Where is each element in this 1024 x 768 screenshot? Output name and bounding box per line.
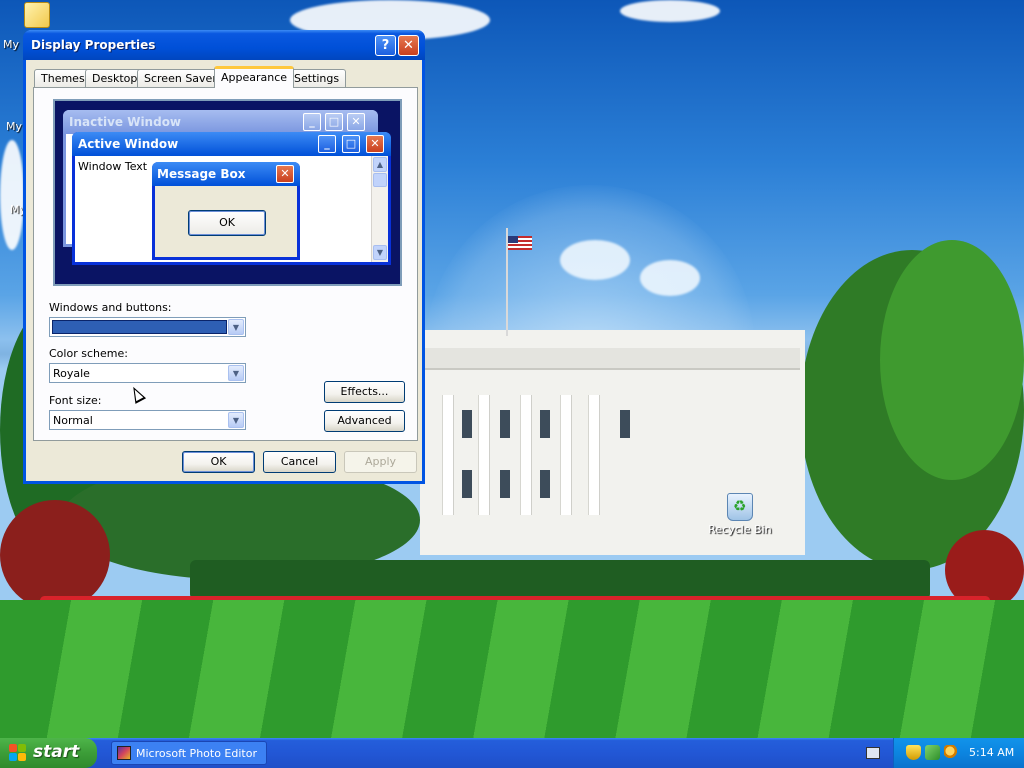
close-icon: ✕	[276, 165, 294, 183]
photo-editor-icon	[117, 746, 131, 760]
taskbar-item-label: Microsoft Photo Editor	[136, 747, 257, 760]
column	[520, 395, 532, 515]
preview-message-box: Message Box ✕ OK	[152, 162, 300, 260]
chevron-down-icon[interactable]: ▼	[228, 319, 244, 335]
color-scheme-label: Color scheme:	[49, 347, 128, 360]
advanced-button[interactable]: Advanced	[324, 410, 405, 432]
color-scheme-value: Royale	[53, 367, 90, 380]
column	[442, 395, 454, 515]
tab-appearance[interactable]: Appearance	[214, 66, 295, 88]
preview-active-title-bar: Active Window _ □ ✕	[72, 132, 391, 156]
windows-and-buttons-label: Windows and buttons:	[49, 301, 172, 314]
system-tray: 5:14 AM	[893, 738, 1024, 768]
appearance-preview: Inactive Window _ □ ✕ Active Window _ □ …	[53, 99, 402, 286]
desktop-icon-label[interactable]: My	[6, 120, 22, 133]
hedge	[190, 560, 930, 600]
font-size-label: Font size:	[49, 394, 102, 407]
house-window	[540, 470, 550, 498]
column	[478, 395, 490, 515]
help-icon: ?	[381, 38, 390, 53]
house-window	[462, 410, 472, 438]
shrub-red	[0, 500, 110, 610]
network-icon[interactable]	[925, 745, 940, 760]
preview-window-text: Window Text	[78, 160, 148, 173]
tab-desktop[interactable]: Desktop	[85, 69, 145, 87]
start-label: start	[33, 742, 80, 762]
taskbar-item-photo-editor[interactable]: Microsoft Photo Editor	[111, 741, 267, 765]
preview-active-title: Active Window	[78, 137, 179, 151]
cancel-button[interactable]: Cancel	[263, 451, 336, 473]
preview-scrollbar: ▲ ▼	[371, 156, 388, 262]
cloud	[0, 140, 24, 250]
tab-settings[interactable]: Settings	[287, 69, 347, 87]
chevron-down-icon[interactable]: ▼	[228, 365, 244, 381]
appearance-panel: Inactive Window _ □ ✕ Active Window _ □ …	[33, 87, 418, 441]
windows-and-buttons-select[interactable]: ▼	[49, 317, 246, 337]
close-icon: ✕	[366, 135, 384, 153]
taskbar: start Microsoft Photo Editor 5:14 AM	[0, 738, 1024, 768]
close-button[interactable]: ✕	[398, 35, 419, 56]
white-house-roof	[425, 348, 800, 370]
search-icon[interactable]	[944, 745, 959, 760]
tab-screen-saver[interactable]: Screen Saver	[137, 69, 224, 87]
minimize-icon: _	[303, 113, 321, 131]
cloud	[620, 0, 720, 22]
scroll-thumb	[373, 173, 387, 187]
font-size-value: Normal	[53, 414, 93, 427]
preview-ok-button: OK	[188, 210, 266, 236]
dialog-title-bar[interactable]: Display Properties ? ✕	[23, 30, 425, 60]
maximize-icon: □	[325, 113, 343, 131]
recycle-bin[interactable]: Recycle Bin	[705, 493, 775, 536]
clock[interactable]: 5:14 AM	[969, 746, 1014, 759]
font-size-select[interactable]: Normal ▼	[49, 410, 246, 430]
scroll-up-icon: ▲	[373, 157, 387, 172]
preview-message-title: Message Box	[157, 167, 246, 181]
recycle-bin-icon	[727, 493, 753, 521]
house-window	[462, 470, 472, 498]
style-swatch	[52, 320, 227, 334]
effects-button[interactable]: Effects...	[324, 381, 405, 403]
security-shield-icon[interactable]	[906, 745, 921, 760]
lawn	[0, 600, 1024, 738]
close-icon: ✕	[347, 113, 365, 131]
column	[560, 395, 572, 515]
help-button[interactable]: ?	[375, 35, 396, 56]
dialog-title: Display Properties	[31, 38, 156, 52]
preview-inactive-title-bar: Inactive Window _ □ ✕	[63, 110, 378, 134]
house-window	[500, 410, 510, 438]
us-flag	[508, 236, 532, 250]
minimize-icon: _	[318, 135, 336, 153]
close-icon: ✕	[403, 38, 414, 53]
preview-message-title-bar: Message Box ✕	[152, 162, 300, 186]
ok-button[interactable]: OK	[182, 451, 255, 473]
maximize-icon: □	[342, 135, 360, 153]
recycle-bin-label: Recycle Bin	[708, 523, 772, 536]
tab-themes[interactable]: Themes	[34, 69, 92, 87]
apply-button[interactable]: Apply	[344, 451, 417, 473]
keyboard-icon[interactable]	[866, 747, 880, 759]
color-scheme-select[interactable]: Royale ▼	[49, 363, 246, 383]
start-button[interactable]: start	[0, 738, 97, 768]
tree	[880, 240, 1024, 480]
house-window	[540, 410, 550, 438]
column	[588, 395, 600, 515]
windows-logo-icon	[9, 744, 27, 762]
house-window	[500, 470, 510, 498]
scroll-down-icon: ▼	[373, 245, 387, 260]
display-properties-dialog: Display Properties ? ✕ Themes Desktop Sc…	[23, 30, 425, 484]
preview-inactive-title: Inactive Window	[69, 115, 182, 129]
chevron-down-icon[interactable]: ▼	[228, 412, 244, 428]
my-documents-icon[interactable]	[24, 2, 50, 28]
house-window	[620, 410, 630, 438]
